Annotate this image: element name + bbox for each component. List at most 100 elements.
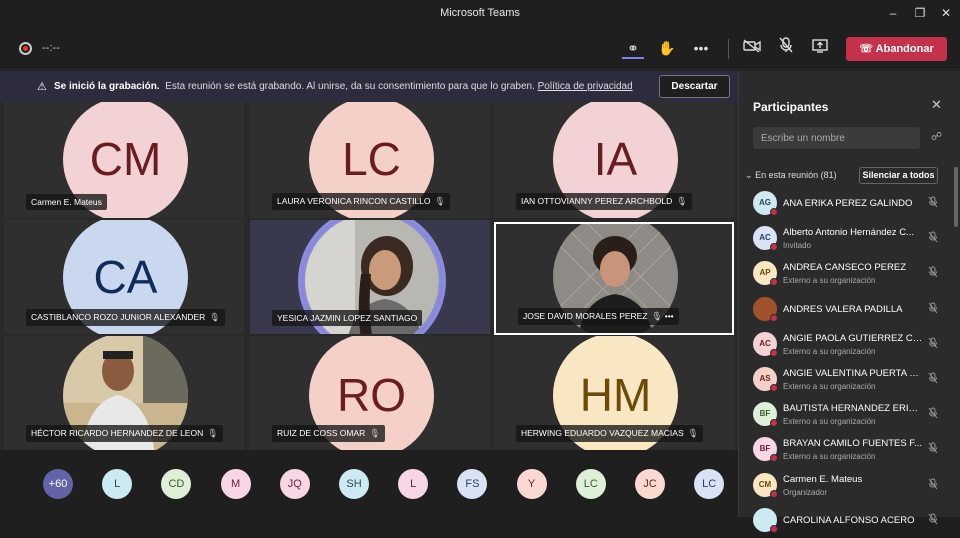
scrollbar[interactable] [954,167,958,227]
participant-name: JOSE DAVID MORALES PEREZ 🎙 ••• [518,308,679,325]
banner-text: Se inició la grabación. Esta reunión se … [54,81,633,92]
participant-tile[interactable]: CA CASTIBLANCO ROZO JUNIOR ALEXANDER 🎙 [4,220,244,334]
meeting-toolbar: --:-- ⚭ ✋ ••• ☏ Abandonar [0,27,960,70]
mic-off-icon[interactable] [775,37,797,59]
overflow-avatar[interactable]: CD [161,469,192,499]
status-icon [770,348,778,357]
participant-tile[interactable]: YESICA JAZMIN LOPEZ SANTIAGO [250,220,490,334]
mic-off-icon[interactable] [928,337,938,352]
status-icon [770,278,778,287]
close-panel-icon[interactable]: ✕ [931,97,942,113]
section-label: En esta reunión (81) [755,170,837,180]
overflow-avatar[interactable]: M [220,469,251,499]
participant-row[interactable]: AP ANDREA CANSECO PEREZ Externo a su organ… [739,256,949,291]
overflow-avatar[interactable]: Y [516,469,547,499]
participant-row[interactable]: AS ANGIE VALENTINA PUERTA S... Externo a s… [739,362,949,397]
meeting-timer: --:-- [42,42,60,54]
participant-row[interactable]: AC ANGIE PAOLA GUTIERREZ CA... Externo a s… [739,327,949,362]
overflow-avatar[interactable]: JQ [279,469,310,499]
dismiss-button[interactable]: Descartar [659,75,730,98]
participant-role: Externo a su organización [783,382,876,391]
mic-off-icon: 🎙 [207,428,219,438]
overflow-avatar[interactable]: JC [635,469,665,499]
overflow-avatar[interactable]: LC [694,469,725,499]
overflow-avatar[interactable]: LC [575,469,606,499]
mic-off-icon: 🎙 [651,311,663,321]
banner-message: Esta reunión se está grabando. Al unirse… [165,81,535,92]
avatar-initials: AP [759,268,771,278]
mute-all-button[interactable]: Silenciar a todos [859,167,938,184]
avatar: AS [753,367,778,392]
participant-row[interactable]: AG ANA ERIKA PEREZ GALINDO [739,186,949,221]
mic-off-icon[interactable] [928,478,938,493]
participant-name: ANDREA CANSECO PEREZ [783,262,906,274]
minimize-icon[interactable]: – [882,4,904,22]
leave-button[interactable]: ☏ Abandonar [846,37,947,61]
participant-row[interactable]: BF BAUTISTA HERNANDEZ ERIKC... Externo a s… [739,397,949,432]
section-header[interactable]: ⌄ En esta reunión (81) [745,170,837,181]
mic-off-icon[interactable] [928,302,938,317]
participant-tile[interactable]: CM Carmen E. Mateus [4,102,244,218]
overflow-avatar[interactable]: L [398,469,429,499]
participant-tile[interactable]: JOSE DAVID MORALES PEREZ 🎙 ••• [494,222,734,335]
participant-role: Externo a su organización [783,276,876,286]
avatar-initials: AC [759,338,771,348]
participant-tile[interactable]: RO RUIZ DE COSS OMAR 🎙 [250,336,490,450]
avatar-initials: CM [758,479,772,489]
avatar: AG [753,191,778,216]
participant-role: Externo a su organización [783,417,876,427]
participant-row[interactable]: CM Carmen E. Mateus Organizador [739,468,949,503]
participant-name: BRAYAN CAMILO FUENTES F... [783,438,923,450]
participant-row[interactable]: BF BRAYAN CAMILO FUENTES F... Externo a su… [739,432,949,467]
privacy-link[interactable]: Política de privacidad [538,81,633,92]
participant-row[interactable]: CAROLINA ALFONSO ACERO [739,503,949,538]
avatar: AC [753,226,778,252]
mic-off-icon[interactable] [928,231,938,246]
participant-name: ANGIE PAOLA GUTIERREZ CA... [783,332,923,344]
video-grid: CM Carmen E. Mateus LC LAURA VERONICA RI… [0,102,738,450]
status-icon [770,208,778,216]
more-participants-badge[interactable]: +60 [43,469,73,499]
avatar-initials: BF [759,444,771,454]
leave-label: Abandonar [875,43,934,55]
mic-off-icon[interactable] [928,372,938,387]
banner-bold: Se inició la grabación. [54,81,160,92]
maximize-icon[interactable]: ❐ [909,4,931,22]
mic-off-icon[interactable] [928,513,938,528]
share-screen-icon[interactable] [809,37,831,59]
panel-title: Participantes [753,100,829,114]
warning-icon: ⚠ [37,81,47,93]
mic-off-icon[interactable] [928,266,938,281]
participant-tile[interactable]: IA IAN OTTOVIANNY PEREZ ARCHBOLD 🎙 [494,102,734,218]
participant-name: RUIZ DE COSS OMAR 🎙 [272,425,386,442]
hang-up-icon: ☏ [859,43,874,55]
mic-off-icon: 🎙 [369,428,381,438]
participant-role: Organizador [783,487,828,497]
participant-row[interactable]: ANDRES VALERA PADILLA [739,292,949,327]
title-bar: Microsoft Teams – ❐ ✕ [0,0,960,27]
more-actions-icon[interactable]: ••• [690,37,712,59]
participant-name: LAURA VERONICA RINCON CASTILLO 🎙 [272,193,451,210]
participant-tile[interactable]: HÉCTOR RICARDO HERNANDEZ DE LEON 🎙 [4,336,244,450]
participant-tile[interactable]: LC LAURA VERONICA RINCON CASTILLO 🎙 [250,102,490,218]
participant-row[interactable]: AC Alberto Antonio Hernández C... Invitado [739,221,949,256]
mic-off-icon[interactable] [928,196,938,211]
status-icon [770,489,778,498]
participant-role: Externo a su organización [783,346,876,356]
search-input[interactable] [753,127,920,149]
overflow-avatar[interactable]: SH [339,469,369,499]
participant-tile[interactable]: HM HERWING EDUARDO VAZQUEZ MACIAS 🎙 [494,336,734,450]
participants-panel: Participantes ✕ ☍ ⌄ En esta reunión (81)… [738,71,960,533]
close-window-icon[interactable]: ✕ [935,4,957,22]
share-invite-icon[interactable]: ☍ [931,130,942,143]
mic-off-icon[interactable] [928,407,938,422]
more-options-icon[interactable]: ••• [665,311,674,321]
overflow-avatar[interactable]: FS [457,469,488,499]
mic-off-icon[interactable] [928,442,938,457]
raise-hand-icon[interactable]: ✋ [656,37,678,59]
overflow-avatar[interactable]: L [102,469,133,499]
chevron-down-icon: ⌄ [745,170,753,180]
camera-off-icon[interactable] [741,37,763,59]
participant-name: ANDRES VALERA PADILLA [783,303,903,315]
participants-icon[interactable]: ⚭ [622,37,644,59]
